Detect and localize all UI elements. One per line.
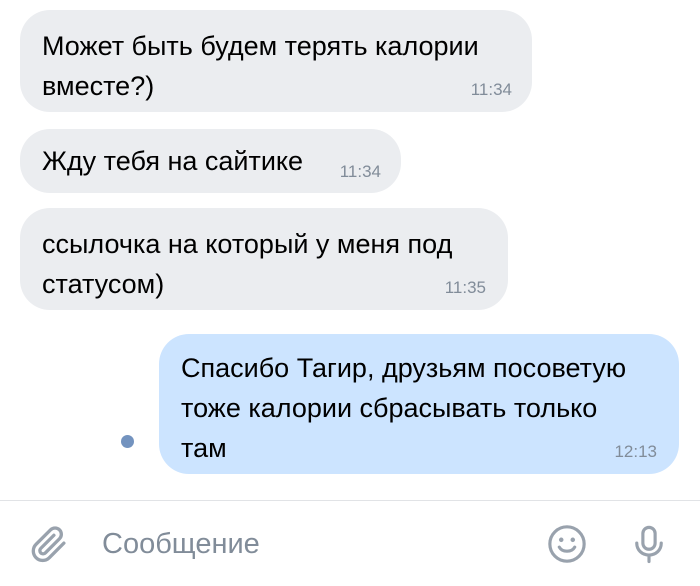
microphone-icon[interactable]	[628, 523, 670, 565]
message-text: Жду тебя на сайтике	[42, 146, 304, 176]
message-history[interactable]: Может быть будем терять калории вместе?)…	[0, 0, 700, 500]
message-text: ссылочка на который у меня под статусом)	[42, 229, 453, 299]
message-time: 11:34	[339, 162, 381, 181]
message-composer	[0, 501, 700, 586]
message-time: 11:34	[470, 80, 512, 99]
message-time: 11:35	[444, 278, 486, 297]
incoming-message[interactable]: Может быть будем терять калории вместе?)…	[20, 10, 532, 112]
message-input[interactable]	[102, 521, 522, 567]
incoming-message[interactable]: ссылочка на который у меня под статусом)…	[20, 208, 508, 310]
message-time: 12:13	[614, 442, 657, 461]
unread-indicator	[121, 435, 134, 448]
paperclip-icon[interactable]	[28, 523, 70, 565]
message-text: Может быть будем терять калории вместе?)	[42, 31, 479, 101]
message-text: Спасибо Тагир, друзьям посоветую тоже ка…	[181, 353, 627, 463]
outgoing-message[interactable]: Спасибо Тагир, друзьям посоветую тоже ка…	[159, 334, 679, 474]
incoming-message[interactable]: Жду тебя на сайтике 11:34	[20, 129, 401, 193]
smile-icon[interactable]	[546, 523, 588, 565]
